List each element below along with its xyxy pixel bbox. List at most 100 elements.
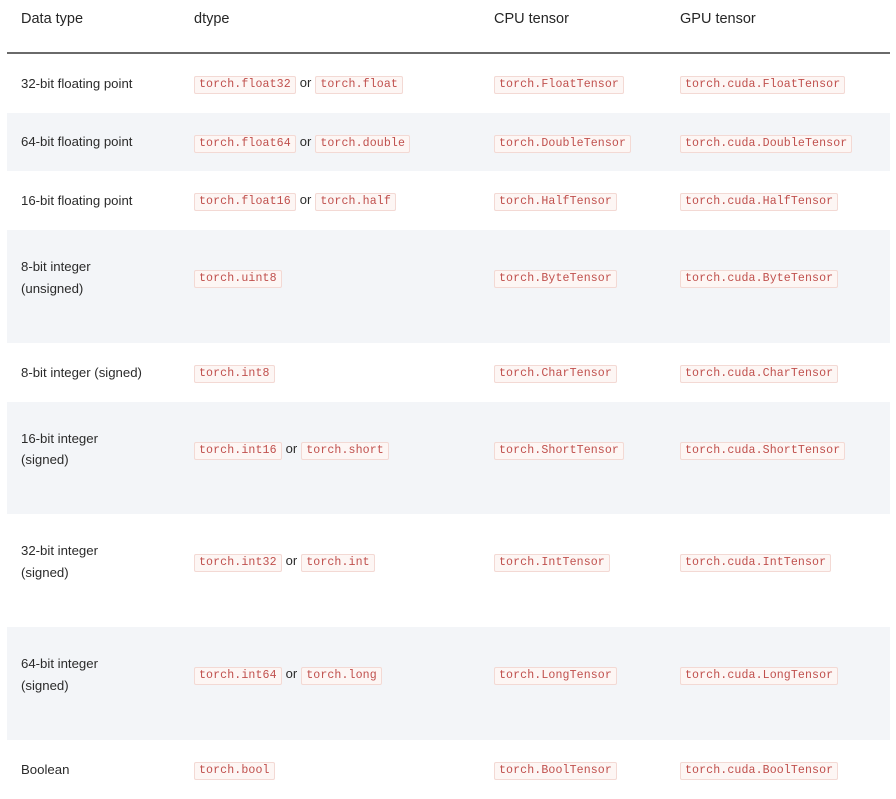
column-header-cpu-tensor: CPU tensor xyxy=(486,0,672,54)
dtype-alias-code: torch.double xyxy=(315,134,411,153)
data-type-label: 16-bit integer (signed) xyxy=(21,430,98,468)
cell-cpu-tensor: torch.ByteTensor xyxy=(486,230,672,343)
or-separator: or xyxy=(285,666,298,682)
cell-dtype: torch.bool xyxy=(186,739,486,799)
cpu-tensor-code: torch.HalfTensor xyxy=(494,193,617,212)
cell-dtype: torch.float64 or torch.double xyxy=(186,112,486,172)
data-type-label: 64-bit integer (signed) xyxy=(21,656,98,693)
gpu-tensor-code: torch.cuda.LongTensor xyxy=(680,667,839,686)
gpu-tensor-code: torch.cuda.DoubleTensor xyxy=(680,134,853,153)
gpu-tensor-code: torch.cuda.IntTensor xyxy=(680,554,832,573)
dtype-alias-code: torch.long xyxy=(301,667,382,686)
dtype-primary-code: torch.float32 xyxy=(194,75,296,94)
dtype-primary-code: torch.float16 xyxy=(194,193,296,212)
or-separator: or xyxy=(299,74,312,90)
pytorch-dtype-table: Data type dtype CPU tensor GPU tensor 32… xyxy=(7,0,890,799)
cpu-tensor-code: torch.ShortTensor xyxy=(494,441,624,460)
cell-gpu-tensor: torch.cuda.HalfTensor xyxy=(672,171,890,231)
table-row: 32-bit integer (signed) torch.int32 or torc… xyxy=(7,514,890,628)
table-header-row: Data type dtype CPU tensor GPU tensor xyxy=(7,0,890,54)
column-header-gpu-tensor: GPU tensor xyxy=(672,0,890,54)
cell-cpu-tensor: torch.BoolTensor xyxy=(486,739,672,799)
dtype-table-container: Data type dtype CPU tensor GPU tensor 32… xyxy=(0,0,896,799)
cpu-tensor-code: torch.FloatTensor xyxy=(494,75,624,94)
cell-data-type: 32-bit floating point xyxy=(7,52,186,113)
cell-data-type: Boolean xyxy=(7,739,186,799)
dtype-alias-code: torch.half xyxy=(315,193,396,212)
gpu-tensor-code: torch.cuda.HalfTensor xyxy=(680,193,839,212)
cell-gpu-tensor: torch.cuda.LongTensor xyxy=(672,627,890,740)
gpu-tensor-code: torch.cuda.BoolTensor xyxy=(680,761,839,780)
dtype-alias-code: torch.int xyxy=(301,554,375,573)
cell-dtype: torch.int64 or torch.long xyxy=(186,627,486,740)
gpu-tensor-code: torch.cuda.CharTensor xyxy=(680,364,839,383)
cell-gpu-tensor: torch.cuda.CharTensor xyxy=(672,342,890,402)
cell-gpu-tensor: torch.cuda.FloatTensor xyxy=(672,52,890,113)
cell-data-type: 16-bit floating point xyxy=(7,171,186,231)
data-type-label: 8-bit integer (unsigned) xyxy=(21,259,91,296)
cell-dtype: torch.float16 or torch.half xyxy=(186,171,486,231)
cell-cpu-tensor: torch.LongTensor xyxy=(486,627,672,740)
table-row: 16-bit integer (signed) torch.int16 or torc… xyxy=(7,401,890,515)
cell-gpu-tensor: torch.cuda.DoubleTensor xyxy=(672,112,890,172)
gpu-tensor-code: torch.cuda.FloatTensor xyxy=(680,75,846,94)
cell-cpu-tensor: torch.DoubleTensor xyxy=(486,112,672,172)
cpu-tensor-code: torch.BoolTensor xyxy=(494,761,617,780)
cpu-tensor-code: torch.IntTensor xyxy=(494,554,610,573)
table-row: 8-bit integer (signed) torch.int8 torch.Ch… xyxy=(7,342,890,402)
table-row: 64-bit integer (signed) torch.int64 or torc… xyxy=(7,627,890,740)
column-header-dtype: dtype xyxy=(186,0,486,54)
cell-dtype: torch.int32 or torch.int xyxy=(186,514,486,628)
cell-data-type: 8-bit integer (signed) xyxy=(7,342,186,402)
cell-gpu-tensor: torch.cuda.IntTensor xyxy=(672,514,890,628)
or-separator: or xyxy=(299,133,312,149)
cell-dtype: torch.int16 or torch.short xyxy=(186,401,486,515)
cell-data-type: 32-bit integer (signed) xyxy=(7,514,186,628)
cpu-tensor-code: torch.ByteTensor xyxy=(494,270,617,289)
cell-gpu-tensor: torch.cuda.BoolTensor xyxy=(672,739,890,799)
cell-cpu-tensor: torch.HalfTensor xyxy=(486,171,672,231)
cell-gpu-tensor: torch.cuda.ByteTensor xyxy=(672,230,890,343)
data-type-label: 32-bit floating point xyxy=(21,75,133,91)
table-row: 32-bit floating point torch.float32 or torc… xyxy=(7,52,890,113)
cell-dtype: torch.float32 or torch.float xyxy=(186,52,486,113)
cell-cpu-tensor: torch.FloatTensor xyxy=(486,52,672,113)
cell-data-type: 8-bit integer (unsigned) xyxy=(7,230,186,343)
table-row: Boolean torch.bool torch.BoolTensor torch.c… xyxy=(7,739,890,799)
cell-cpu-tensor: torch.ShortTensor xyxy=(486,401,672,515)
data-type-label: 64-bit floating point xyxy=(21,134,133,150)
cell-dtype: torch.int8 xyxy=(186,342,486,402)
dtype-alias-code: torch.float xyxy=(315,75,403,94)
or-separator: or xyxy=(285,553,298,569)
dtype-primary-code: torch.bool xyxy=(194,761,275,780)
table-row: 16-bit floating point torch.float16 or torc… xyxy=(7,171,890,231)
gpu-tensor-code: torch.cuda.ShortTensor xyxy=(680,441,846,460)
cpu-tensor-code: torch.DoubleTensor xyxy=(494,134,632,153)
or-separator: or xyxy=(285,440,298,456)
table-row: 8-bit integer (unsigned) torch.uint8 torch… xyxy=(7,230,890,343)
data-type-label: 16-bit floating point xyxy=(21,193,133,209)
column-header-data-type: Data type xyxy=(7,0,186,54)
dtype-primary-code: torch.int32 xyxy=(194,554,282,573)
table-row: 64-bit floating point torch.float64 or torc… xyxy=(7,112,890,172)
gpu-tensor-code: torch.cuda.ByteTensor xyxy=(680,270,839,289)
data-type-label: 32-bit integer (signed) xyxy=(21,543,98,580)
dtype-primary-code: torch.uint8 xyxy=(194,270,282,289)
cell-data-type: 16-bit integer (signed) xyxy=(7,401,186,515)
dtype-alias-code: torch.short xyxy=(301,441,389,460)
cell-dtype: torch.uint8 xyxy=(186,230,486,343)
data-type-label: 8-bit integer (signed) xyxy=(21,364,142,380)
dtype-primary-code: torch.int16 xyxy=(194,441,282,460)
cpu-tensor-code: torch.CharTensor xyxy=(494,364,617,383)
cell-cpu-tensor: torch.CharTensor xyxy=(486,342,672,402)
dtype-primary-code: torch.int8 xyxy=(194,364,275,383)
cpu-tensor-code: torch.LongTensor xyxy=(494,667,617,686)
cell-gpu-tensor: torch.cuda.ShortTensor xyxy=(672,401,890,515)
cell-data-type: 64-bit floating point xyxy=(7,112,186,172)
or-separator: or xyxy=(299,192,312,208)
cell-cpu-tensor: torch.IntTensor xyxy=(486,514,672,628)
dtype-primary-code: torch.float64 xyxy=(194,134,296,153)
table-body: 32-bit floating point torch.float32 or torc… xyxy=(7,52,890,799)
dtype-primary-code: torch.int64 xyxy=(194,667,282,686)
table-header: Data type dtype CPU tensor GPU tensor xyxy=(7,0,890,54)
